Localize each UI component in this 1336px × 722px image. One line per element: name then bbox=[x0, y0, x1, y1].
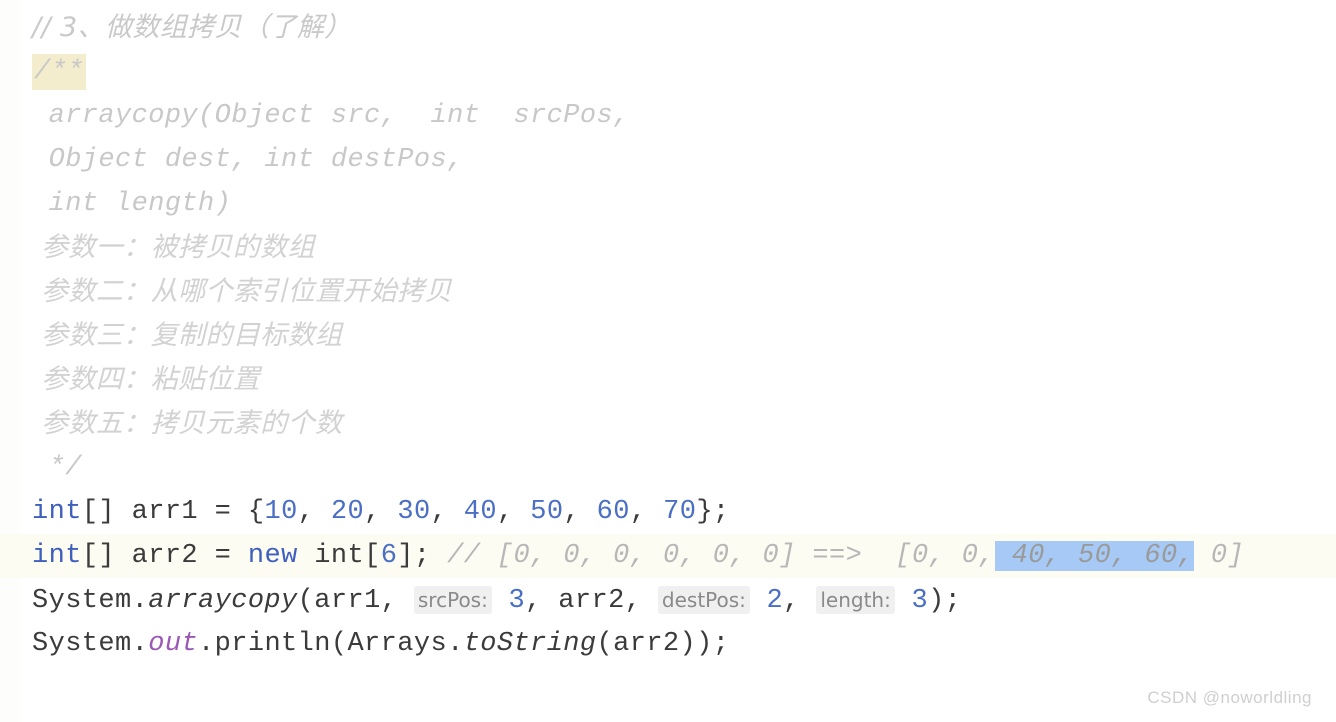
argument-srcpos-value: 3 bbox=[508, 586, 526, 616]
code-line-5[interactable]: int length) bbox=[0, 182, 1336, 226]
code-line-12[interactable]: int[] arr1 = {10, 20, 30, 40, 50, 60, 70… bbox=[0, 490, 1336, 534]
selected-text[interactable]: 40, 50, 60, bbox=[995, 541, 1195, 571]
array-brackets: [] bbox=[81, 541, 132, 571]
javadoc-param-3: 参数三：复制的目标数组 bbox=[32, 320, 343, 351]
separator: , bbox=[364, 497, 398, 527]
code-editor[interactable]: // 3、做数组拷贝（了解） /** arraycopy(Object src,… bbox=[0, 0, 1336, 722]
separator: , bbox=[563, 497, 597, 527]
javadoc-param-2: 参数二：从哪个索引位置开始拷贝 bbox=[32, 276, 452, 307]
array-brackets: [] bbox=[81, 497, 132, 527]
javadoc-signature-line-1: arraycopy(Object src, int srcPos, bbox=[32, 101, 630, 131]
code-line-8[interactable]: 参数三：复制的目标数组 bbox=[0, 314, 1336, 358]
javadoc-signature-line-2: Object dest, int destPos, bbox=[32, 145, 464, 175]
number-literal: 50 bbox=[530, 497, 564, 527]
code-line-13[interactable]: int[] arr2 = new int[6]; // [0, 0, 0, 0,… bbox=[0, 534, 1336, 578]
keyword-int: int bbox=[32, 497, 82, 527]
javadoc-param-5: 参数五：拷贝元素的个数 bbox=[32, 408, 343, 439]
method-tostring: toString bbox=[463, 629, 597, 659]
javadoc-close: */ bbox=[32, 453, 82, 483]
code-line-4[interactable]: Object dest, int destPos, bbox=[0, 138, 1336, 182]
assign-operator: = bbox=[198, 541, 248, 571]
keyword-int: int bbox=[32, 541, 82, 571]
number-literal: 70 bbox=[663, 497, 697, 527]
csdn-watermark: CSDN @noworldling bbox=[1147, 688, 1312, 707]
assign-open-brace: = { bbox=[198, 497, 265, 527]
method-arraycopy: arraycopy bbox=[148, 586, 298, 616]
javadoc-open-highlight: /** bbox=[32, 54, 86, 90]
separator: , bbox=[629, 497, 664, 527]
number-literal: 40 bbox=[463, 497, 497, 527]
separator: , bbox=[497, 497, 531, 527]
javadoc-param-1: 参数一：被拷贝的数组 bbox=[32, 232, 315, 263]
keyword-new: new bbox=[247, 541, 298, 571]
separator: , bbox=[783, 586, 817, 616]
class-system: System. bbox=[32, 629, 149, 659]
number-literal: 10 bbox=[264, 497, 298, 527]
code-line-6[interactable]: 参数一：被拷贝的数组 bbox=[0, 226, 1336, 270]
variable-arr2: arr2 bbox=[131, 541, 199, 571]
code-line-3[interactable]: arraycopy(Object src, int srcPos, bbox=[0, 94, 1336, 138]
separator: , bbox=[430, 497, 464, 527]
param-hint-srcpos[interactable]: srcPos: bbox=[413, 586, 492, 614]
static-field-out: out bbox=[148, 629, 199, 659]
argument-arr1: arr1, bbox=[314, 586, 414, 616]
javadoc-param-4: 参数四：粘贴位置 bbox=[32, 364, 261, 395]
argument-destpos-value: 2 bbox=[766, 586, 784, 616]
number-literal: 20 bbox=[330, 497, 365, 527]
code-line-10[interactable]: 参数五：拷贝元素的个数 bbox=[0, 402, 1336, 446]
trailing-comment-before-selection: // [0, 0, 0, 0, 0, 0] ==> [0, 0, bbox=[447, 541, 995, 571]
trailing-comment-after-selection: 0] bbox=[1194, 541, 1245, 571]
array-size-literal: 6 bbox=[380, 541, 398, 571]
javadoc-signature-line-3: int length) bbox=[32, 189, 232, 219]
number-literal: 30 bbox=[397, 497, 431, 527]
number-literal: 60 bbox=[596, 497, 630, 527]
code-content[interactable]: // 3、做数组拷贝（了解） /** arraycopy(Object src,… bbox=[0, 0, 1336, 666]
code-line-14[interactable]: System.arraycopy(arr1, srcPos: 3, arr2, … bbox=[0, 578, 1336, 622]
close-bracket-semicolon: ]; bbox=[397, 541, 448, 571]
argument-length-value: 3 bbox=[911, 586, 929, 616]
code-line-11[interactable]: */ bbox=[0, 446, 1336, 490]
variable-arr1: arr1 bbox=[131, 497, 199, 527]
close-paren-semicolon: ); bbox=[928, 586, 962, 616]
separator: , bbox=[525, 586, 559, 616]
param-hint-destpos[interactable]: destPos: bbox=[657, 586, 750, 614]
open-paren: ( bbox=[297, 586, 315, 616]
param-hint-length[interactable]: length: bbox=[816, 586, 895, 614]
code-line-1[interactable]: // 3、做数组拷贝（了解） bbox=[0, 6, 1336, 50]
argument-arr2: arr2, bbox=[558, 586, 658, 616]
code-line-9[interactable]: 参数四：粘贴位置 bbox=[0, 358, 1336, 402]
code-line-15[interactable]: System.out.println(Arrays.toString(arr2)… bbox=[0, 622, 1336, 666]
call-tail: (arr2)); bbox=[596, 629, 730, 659]
code-line-2[interactable]: /** bbox=[0, 50, 1336, 94]
close-brace-semicolon: }; bbox=[696, 497, 730, 527]
separator: , bbox=[297, 497, 331, 527]
code-line-7[interactable]: 参数二：从哪个索引位置开始拷贝 bbox=[0, 270, 1336, 314]
line-comment: // 3、做数组拷贝（了解） bbox=[32, 12, 352, 43]
println-call: .println(Arrays. bbox=[198, 629, 464, 659]
class-system: System. bbox=[32, 586, 149, 616]
array-type: int[ bbox=[297, 541, 381, 571]
